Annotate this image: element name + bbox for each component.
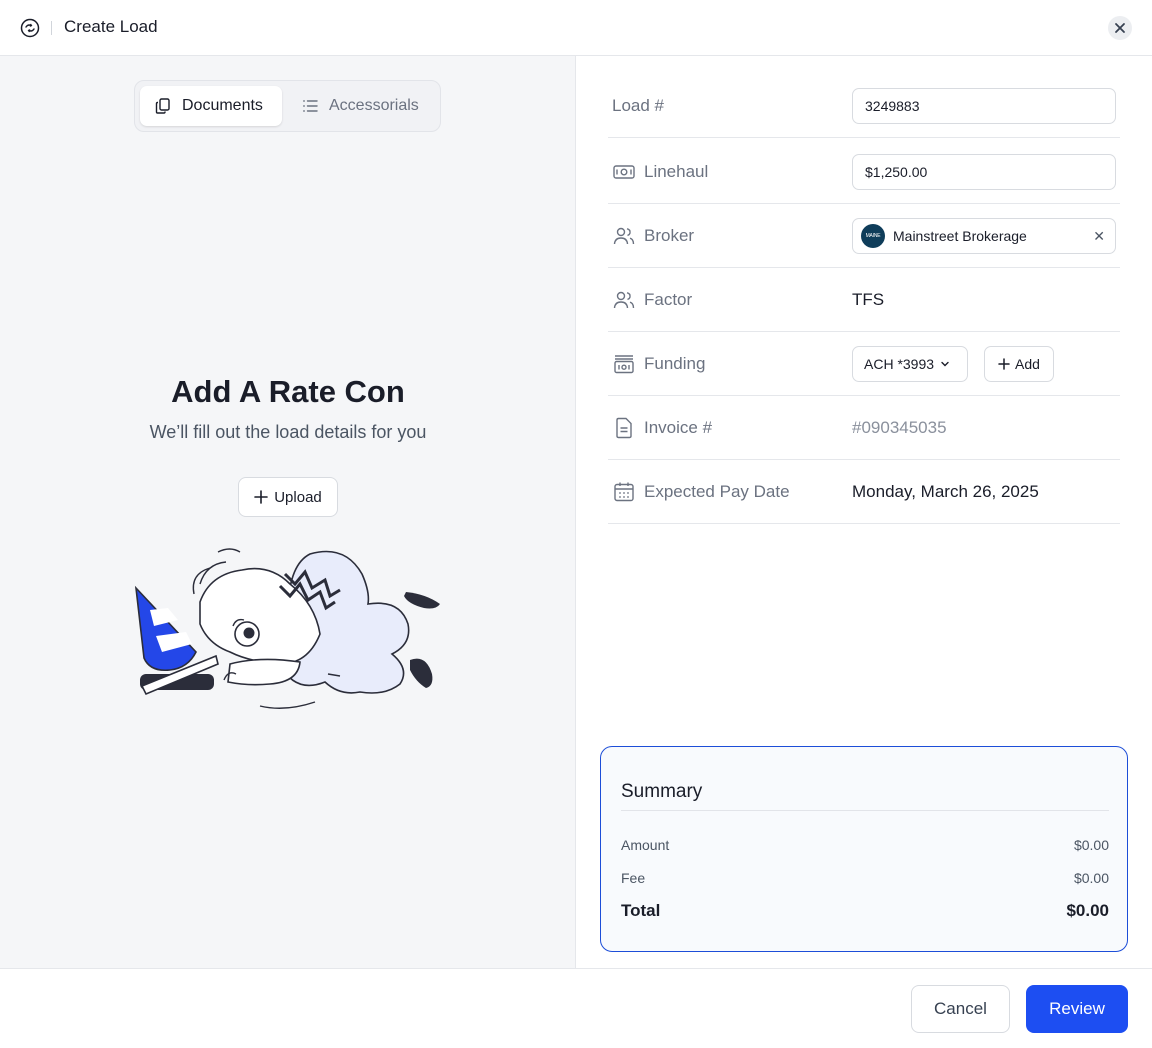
linehaul-row: Linehaul $1,250.00 (608, 140, 1120, 204)
documents-panel: Documents Accessorials Add A Rate Con We… (0, 56, 576, 968)
close-button[interactable] (1108, 16, 1132, 40)
broker-name: Mainstreet Brokerage (893, 227, 1027, 244)
header-divider (51, 21, 52, 35)
upload-button[interactable]: Upload (238, 477, 338, 517)
load-details-panel: Load # 3249883 Linehaul $1,250.00 Broker… (576, 56, 1152, 968)
summary-total-value: $0.00 (1066, 901, 1109, 920)
empty-state-title: Add A Rate Con (171, 374, 405, 409)
pay-date-label: Expected Pay Date (644, 481, 790, 501)
tab-documents[interactable]: Documents (140, 86, 282, 126)
funding-label: Funding (644, 353, 706, 373)
load-number-row: Load # 3249883 (608, 74, 1120, 138)
users-icon (613, 291, 635, 308)
review-button[interactable]: Review (1026, 985, 1128, 1033)
invoice-label: Invoice # (644, 417, 713, 437)
clear-broker-icon[interactable]: ✕ (1093, 228, 1105, 245)
summary-total-label: Total (621, 901, 661, 920)
copy-icon (155, 98, 170, 114)
funding-row: Funding ACH *3993 Add (608, 332, 1120, 396)
tab-accessorials[interactable]: Accessorials (287, 86, 437, 126)
modal-footer: Cancel Review (0, 968, 1152, 1048)
broker-label: Broker (644, 225, 695, 245)
empty-state-subtitle: We’ll fill out the load details for you (149, 422, 427, 442)
broker-row: Broker MAINE Mainstreet Brokerage ✕ (608, 204, 1120, 268)
add-funding-button[interactable]: Add (984, 345, 1054, 382)
summary-title: Summary (621, 781, 703, 802)
broker-select[interactable]: MAINE Mainstreet Brokerage ✕ (852, 217, 1116, 254)
summary-row-fee: Fee $0.00 (621, 870, 1109, 886)
calendar-icon (614, 482, 634, 501)
create-load-modal: Create Load Documents Accessorials Add A… (0, 0, 1152, 1048)
factor-value: TFS (852, 289, 885, 309)
broker-logo: MAINE (861, 223, 885, 248)
summary-fee-label: Fee (621, 870, 646, 886)
pay-date-value: Monday, March 26, 2025 (852, 481, 1039, 501)
summary-divider (621, 810, 1109, 811)
linehaul-label: Linehaul (644, 161, 709, 181)
modal-title: Create Load (64, 17, 158, 36)
funding-value: ACH *3993 (864, 355, 935, 372)
cash-icon (613, 164, 635, 179)
modal-header: Create Load (0, 0, 1152, 56)
add-funding-label: Add (1015, 355, 1040, 372)
users-icon (613, 227, 635, 244)
app-logo-icon (20, 18, 40, 38)
plus-icon (254, 490, 269, 504)
document-icon (616, 417, 632, 438)
upload-button-label: Upload (274, 488, 322, 506)
chevron-down-icon (941, 361, 949, 366)
factor-row: Factor TFS (608, 268, 1120, 332)
bank-icon (614, 354, 634, 373)
summary-row-amount: Amount $0.00 (621, 837, 1109, 853)
pay-date-row: Expected Pay Date Monday, March 26, 2025 (608, 460, 1120, 524)
load-number-label: Load # (612, 95, 664, 115)
list-icon (303, 100, 318, 112)
invoice-row: Invoice # #090345035 (608, 396, 1120, 460)
summary-fee-value: $0.00 (1073, 870, 1109, 886)
tab-accessorials-label: Accessorials (329, 97, 419, 114)
invoice-value: #090345035 (852, 417, 947, 437)
close-icon (1115, 23, 1125, 33)
funding-select[interactable]: ACH *3993 (852, 345, 968, 382)
summary-amount-label: Amount (621, 837, 670, 853)
summary-card: Summary Amount $0.00 Fee $0.00 Total $0.… (600, 746, 1128, 952)
linehaul-input[interactable]: $1,250.00 (852, 153, 1116, 190)
summary-amount-value: $0.00 (1073, 837, 1109, 853)
tab-switcher: Documents Accessorials (134, 80, 441, 132)
tab-documents-label: Documents (182, 97, 263, 114)
fallen-cone-illustration (134, 548, 440, 709)
summary-row-total: Total $0.00 (621, 901, 1109, 921)
plus-icon (998, 357, 1010, 370)
load-number-input[interactable]: 3249883 (852, 87, 1116, 124)
factor-label: Factor (644, 289, 693, 309)
cancel-button[interactable]: Cancel (911, 985, 1010, 1033)
